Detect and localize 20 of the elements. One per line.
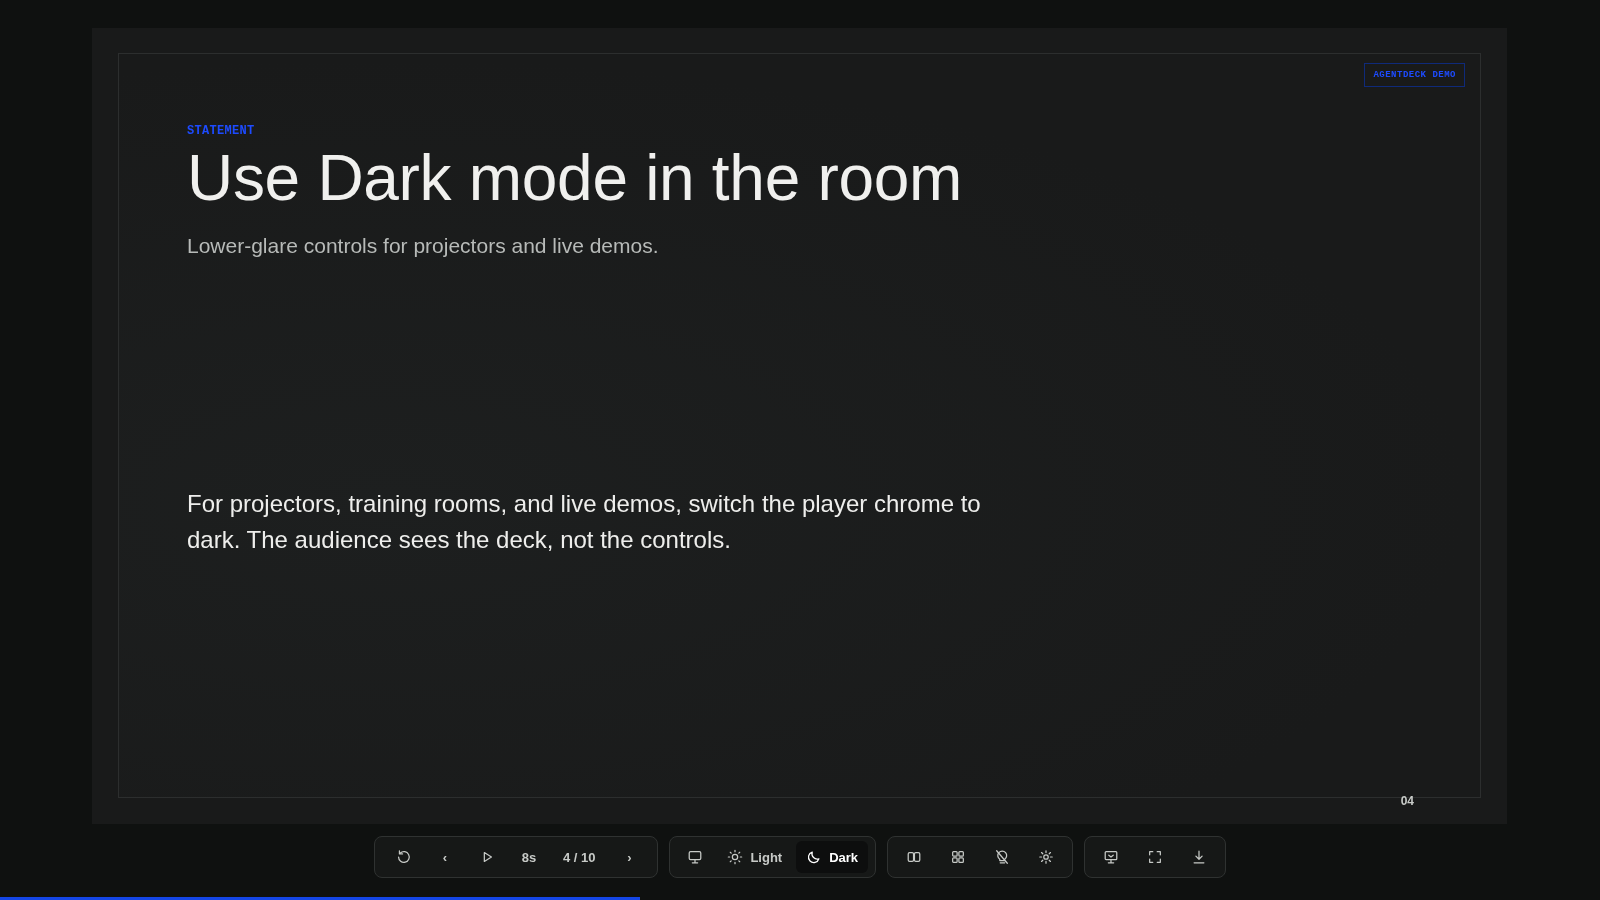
slide-subtitle: Lower-glare controls for projectors and live demos. xyxy=(187,233,659,258)
presentation-icon xyxy=(1103,849,1120,865)
monitor-icon xyxy=(687,849,704,865)
body-text: For projectors, training rooms, and live demos, switch the player chrome to dark. The audience sees the deck, not the controls. xyxy=(187,488,982,555)
playback-control[interactable]: ‹ xyxy=(426,841,463,873)
theme-option[interactable]: Light xyxy=(717,841,793,873)
brightness-icon xyxy=(1038,849,1055,865)
eyebrow-label: STATEMENT xyxy=(187,124,255,138)
playback-control[interactable]: 4 / 10 xyxy=(552,841,606,873)
lightbulb-off-icon xyxy=(994,849,1011,865)
playback-control[interactable]: 8s xyxy=(510,841,547,873)
theme-option[interactable]: Dark xyxy=(796,841,869,873)
sun-icon xyxy=(727,849,744,865)
page-number: 04 xyxy=(1400,794,1414,808)
slide-title: Use Dark mode in the room xyxy=(187,142,964,216)
demo-badge: AGENTDECK DEMO xyxy=(1364,63,1465,87)
grid-icon xyxy=(950,849,967,865)
fullscreen-icon xyxy=(1147,849,1164,865)
playback-control[interactable]: › xyxy=(611,841,648,873)
columns-icon xyxy=(906,849,923,865)
